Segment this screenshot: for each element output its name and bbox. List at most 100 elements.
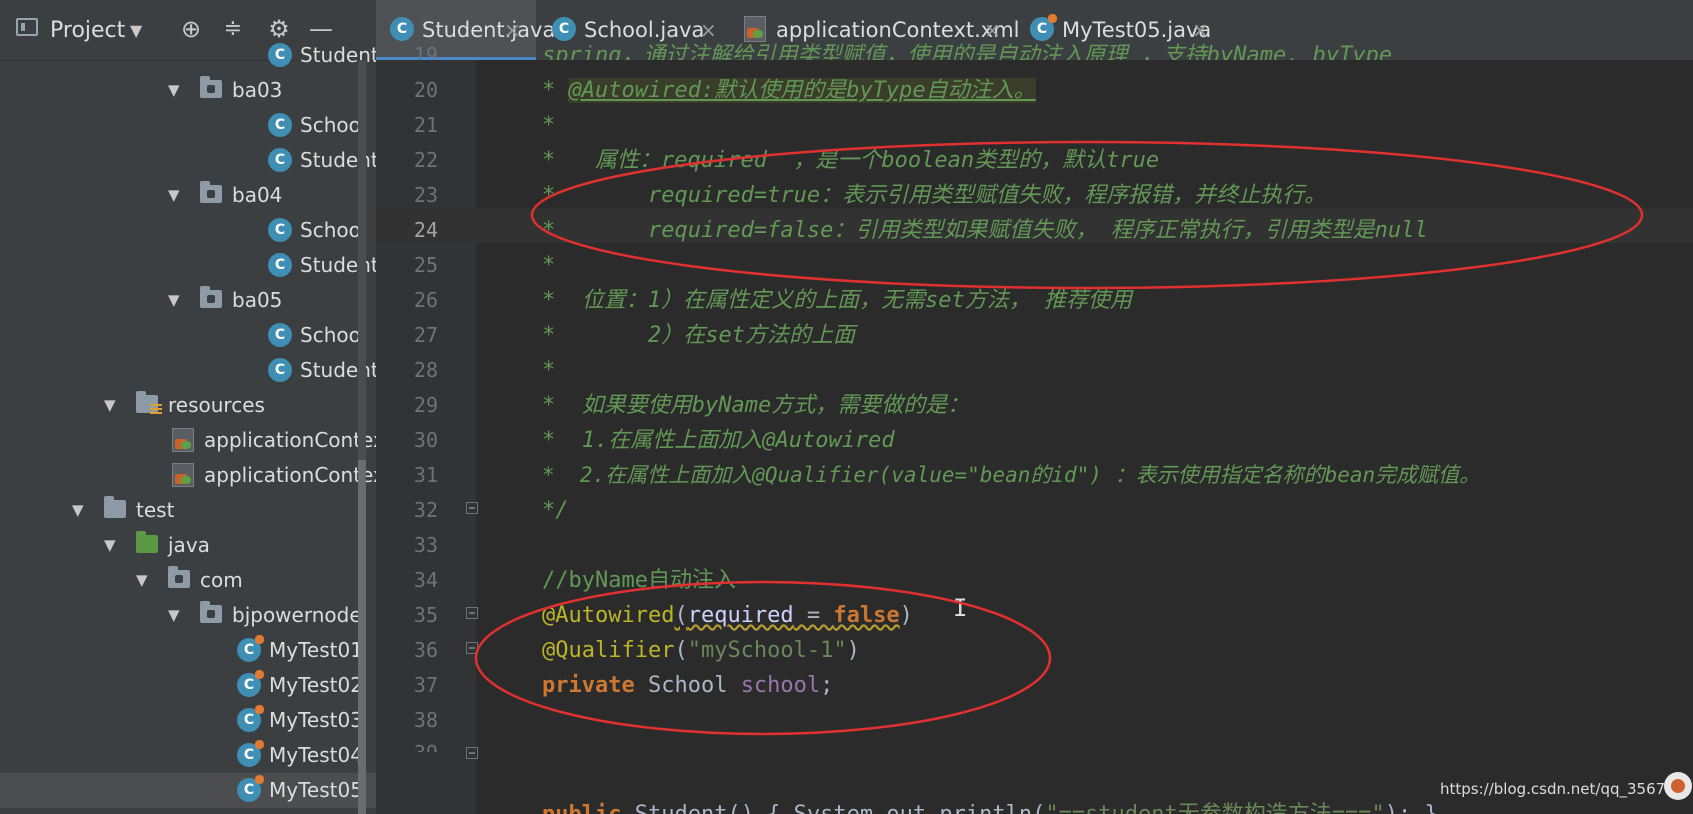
tree-item[interactable]: ▼ ba04 [0, 178, 376, 213]
tree-item[interactable]: C School [0, 213, 376, 248]
test-class-icon: C [237, 740, 264, 767]
package-dot-icon [207, 85, 215, 93]
code-line-32[interactable]: */ [542, 493, 569, 528]
code-line-37[interactable]: private School school; [542, 668, 833, 703]
class-icon: C [268, 323, 292, 347]
tree-item-label: School [300, 113, 367, 137]
package-icon [200, 76, 222, 98]
paren: ) [899, 603, 913, 628]
code-line-39[interactable]: public Student() { System.out.println("=… [542, 800, 1438, 814]
expand-arrow-icon[interactable]: ▼ [168, 604, 180, 626]
package-dot-icon [207, 190, 215, 198]
expand-arrow-icon[interactable]: ▼ [168, 79, 180, 101]
source-folder-icon [136, 531, 158, 553]
tree-item[interactable]: C Student [0, 248, 376, 283]
tree-item-label: School [300, 218, 367, 242]
code-line-30[interactable]: * 1.在属性上面加入@Autowired [542, 423, 895, 458]
xml-file-icon [172, 428, 194, 452]
tree-item[interactable]: C Student [0, 353, 376, 388]
string-literal: "mySchool-1" [687, 638, 847, 663]
fold-marker-icon[interactable] [466, 502, 478, 514]
expand-arrow-icon[interactable]: ▼ [104, 534, 116, 556]
xml-file-icon [172, 463, 194, 487]
tree-item-label: java [168, 533, 210, 557]
code-line-31[interactable]: * 2.在属性上面加入@Qualifier(value="bean的id") ：… [542, 458, 1480, 493]
tree-item[interactable]: C School [0, 108, 376, 143]
tree-item[interactable]: ▼ ba05 [0, 283, 376, 318]
expand-arrow-icon[interactable]: ▼ [168, 184, 180, 206]
keyword: private [542, 673, 635, 698]
code-line-20[interactable]: * @Autowired:默认使用的是byType自动注入。 [542, 73, 1036, 108]
fold-marker-icon[interactable] [466, 607, 478, 619]
tree-item-label: bjpowernode [232, 603, 362, 627]
code-line-21[interactable]: * [542, 108, 555, 143]
code-text: ); } [1385, 802, 1438, 814]
code-text: Student() { System.out.println( [621, 802, 1046, 814]
expand-arrow-icon[interactable]: ▼ [136, 569, 148, 591]
code-line-27[interactable]: * 2）在set方法的上面 [542, 318, 855, 353]
test-class-icon: C [237, 705, 264, 732]
tree-item-label: test [136, 498, 175, 522]
comment-text: @Autowired:默认使用的是byType自动注入。 [568, 78, 1036, 103]
tree-item[interactable]: applicationContex [0, 458, 376, 493]
tree-item[interactable]: applicationContex [0, 423, 376, 458]
code-line-34[interactable]: //byName自动注入 [542, 563, 736, 598]
expand-arrow-icon[interactable]: ▼ [104, 394, 116, 416]
tree-item[interactable]: C School [0, 318, 376, 353]
tree-item[interactable]: ▼ java [0, 528, 376, 563]
line-number: 28 [413, 358, 438, 382]
code-line-24[interactable]: * required=false：引用类型如果赋值失败， 程序正常执行，引用类型… [542, 213, 1428, 248]
code-line-25[interactable]: * [542, 248, 555, 283]
tree-item-label: School [300, 323, 367, 347]
paren: ( [674, 603, 688, 628]
tree-item[interactable]: C Student [0, 143, 376, 178]
tree-item-label: com [200, 568, 243, 592]
fold-marker-icon[interactable] [466, 747, 478, 759]
expand-arrow-icon[interactable]: ▼ [168, 289, 180, 311]
paren: ( [674, 638, 688, 663]
tree-item[interactable]: C MyTest02 [0, 668, 376, 703]
tree-item[interactable]: ▼ bjpowernode [0, 598, 376, 633]
code-line-22[interactable]: * 属性：required ，是一个boolean类型的，默认true [542, 143, 1159, 178]
fold-marker-icon[interactable] [466, 642, 478, 654]
line-number: 35 [413, 603, 438, 627]
line-number: 29 [413, 393, 438, 417]
code-line-28[interactable]: * [542, 353, 555, 388]
tree-item[interactable]: ▼ test [0, 493, 376, 528]
annotation: @Autowired [542, 603, 675, 628]
code-line-36[interactable]: @Qualifier("mySchool-1") [542, 633, 860, 668]
line-number: 31 [413, 463, 438, 487]
tree-item-label: applicationContex [204, 428, 376, 452]
class-icon: C [268, 113, 292, 137]
tree-item[interactable]: C Student [0, 38, 376, 73]
expand-arrow-icon[interactable]: ▼ [72, 499, 84, 521]
line-number: 23 [413, 183, 438, 207]
close-icon[interactable]: × [504, 0, 521, 60]
watermark-text: https://blog.csdn.net/qq_35677 [1440, 780, 1675, 798]
class-icon: C [268, 218, 292, 242]
class-icon: C [268, 253, 292, 277]
code-line-35[interactable]: @Autowired(required = false) [542, 598, 913, 633]
tree-item[interactable]: C MyTest05 [0, 773, 376, 808]
test-class-icon: C [237, 670, 264, 697]
code-line-29[interactable]: * 如果要使用byName方式，需要做的是： [542, 388, 969, 423]
code-line-19[interactable]: spring，通过注解给引用类型赋值，使用的是自动注入原理 ，支持byName,… [542, 38, 1392, 60]
tree-item[interactable]: C MyTest03 [0, 703, 376, 738]
tree-item[interactable]: C MyTest01 [0, 633, 376, 668]
project-view-icon[interactable] [16, 18, 38, 36]
scrollbar-thumb[interactable] [358, 460, 366, 814]
class-icon: C [268, 358, 292, 382]
tab-label: Student.java [422, 18, 556, 42]
code-line-26[interactable]: * 位置：1）在属性定义的上面，无需set方法， 推荐使用 [542, 283, 1132, 318]
tree-item[interactable]: C MyTest04 [0, 738, 376, 773]
tree-item[interactable]: ▼ ba03 [0, 73, 376, 108]
test-class-icon: C [237, 635, 264, 662]
tree-item[interactable]: ▼ resources [0, 388, 376, 423]
tree-item-label: ba05 [232, 288, 283, 312]
code-line-23[interactable]: * required=true：表示引用类型赋值失败，程序报错，并终止执行。 [542, 178, 1326, 213]
type-name: School [634, 673, 741, 698]
line-number: 37 [413, 673, 438, 697]
line-number: 22 [413, 148, 438, 172]
line-number: 38 [413, 708, 438, 732]
tree-item[interactable]: ▼ com [0, 563, 376, 598]
